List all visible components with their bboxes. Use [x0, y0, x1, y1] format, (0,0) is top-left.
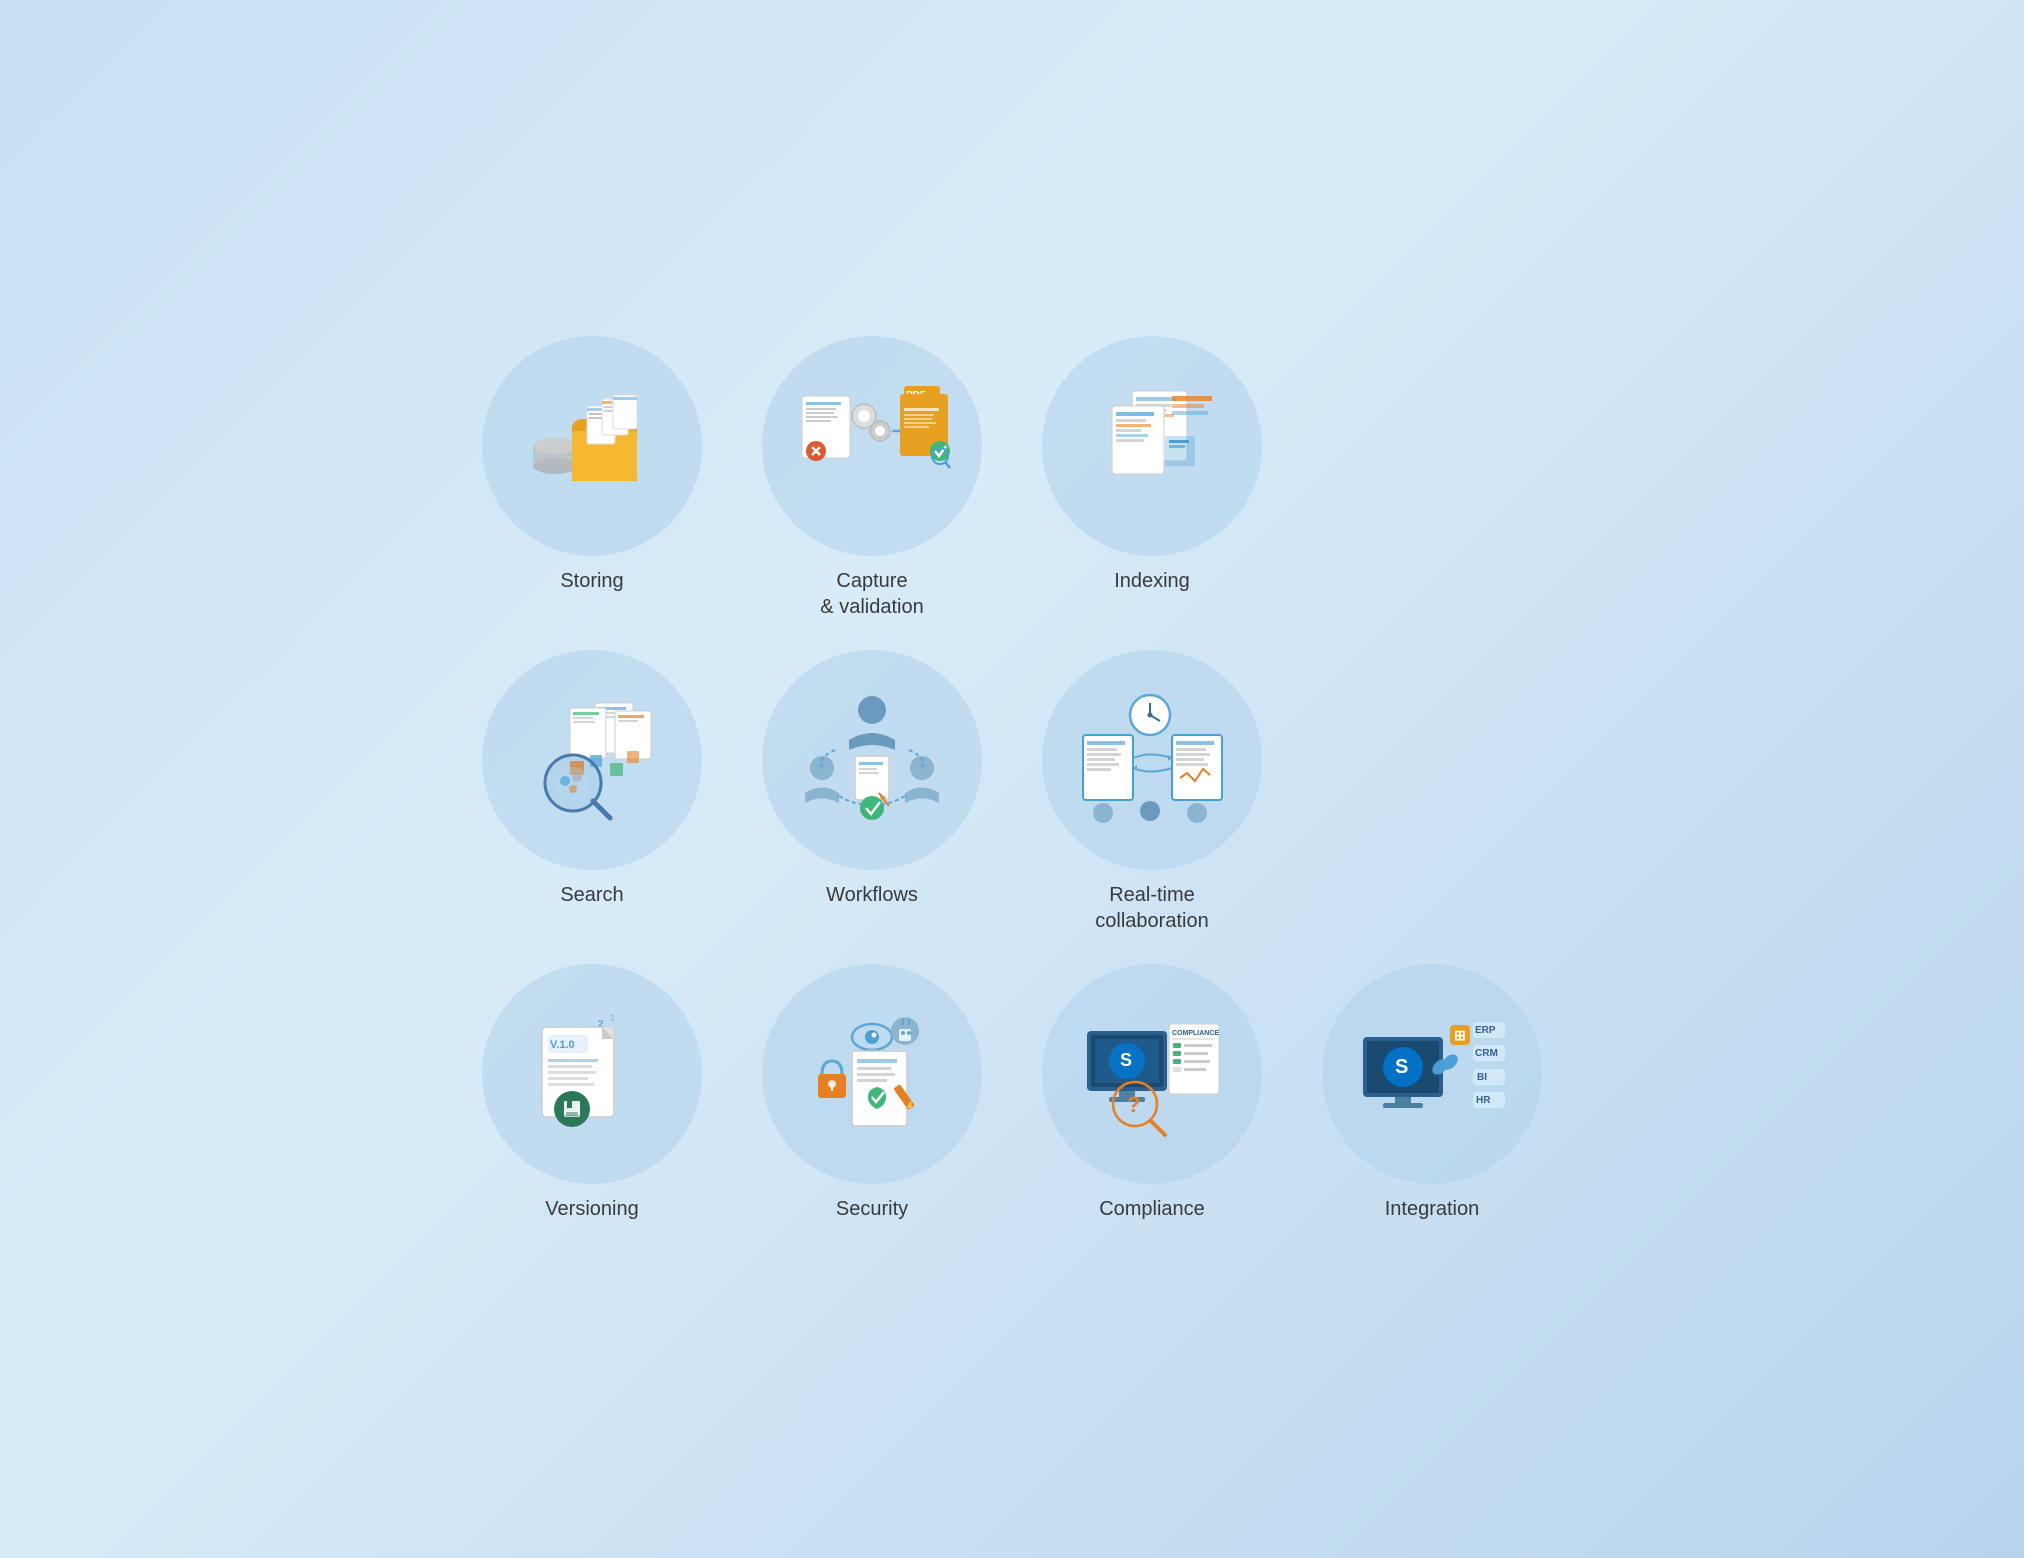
- icon-security: [792, 994, 952, 1154]
- label-versioning: Versioning: [545, 1196, 638, 1222]
- circle-capture: PDF: [762, 336, 982, 556]
- label-storing: Storing: [560, 568, 623, 594]
- svg-text:ERP: ERP: [1475, 1025, 1496, 1036]
- svg-text:V.1.0: V.1.0: [550, 1039, 575, 1051]
- icon-compliance: S COMPLIANCE: [1072, 994, 1232, 1154]
- card-capture[interactable]: PDF Capture & validation: [742, 336, 1002, 620]
- card-storing[interactable]: Storing: [462, 336, 722, 620]
- svg-text:S: S: [1395, 1056, 1408, 1078]
- circle-storing: [482, 336, 702, 556]
- label-integration: Integration: [1385, 1196, 1480, 1222]
- icon-workflows: [792, 680, 952, 840]
- svg-text:⊞: ⊞: [1454, 1027, 1466, 1043]
- svg-text:HR: HR: [1476, 1095, 1491, 1106]
- card-security[interactable]: Security: [742, 964, 1002, 1222]
- label-collaboration: Real-time collaboration: [1095, 882, 1208, 934]
- label-workflows: Workflows: [826, 882, 918, 908]
- card-integration[interactable]: S ⊞ ERP CRM: [1302, 964, 1562, 1222]
- feature-grid: Storing: [462, 336, 1562, 1222]
- circle-compliance: S COMPLIANCE: [1042, 964, 1262, 1184]
- card-compliance[interactable]: S COMPLIANCE: [1022, 964, 1282, 1222]
- icon-capture: PDF: [792, 366, 952, 526]
- card-versioning[interactable]: 2 1 V.1.0: [462, 964, 722, 1222]
- circle-integration: S ⊞ ERP CRM: [1322, 964, 1542, 1184]
- icon-integration: S ⊞ ERP CRM: [1352, 994, 1512, 1154]
- card-collaboration[interactable]: Real-time collaboration: [1022, 650, 1282, 934]
- circle-workflows: [762, 650, 982, 870]
- label-security: Security: [836, 1196, 908, 1222]
- card-search[interactable]: Search: [462, 650, 722, 934]
- svg-text:COMPLIANCE: COMPLIANCE: [1172, 1030, 1219, 1037]
- icon-collaboration: [1072, 680, 1232, 840]
- label-search: Search: [560, 882, 623, 908]
- icon-versioning: 2 1 V.1.0: [512, 994, 672, 1154]
- svg-text:CRM: CRM: [1475, 1048, 1498, 1059]
- svg-text:?: ?: [1127, 1092, 1140, 1117]
- card-workflows[interactable]: Workflows: [742, 650, 1002, 934]
- label-indexing: Indexing: [1114, 568, 1190, 594]
- circle-search: [482, 650, 702, 870]
- circle-indexing: [1042, 336, 1262, 556]
- svg-text:1: 1: [610, 1013, 615, 1023]
- label-compliance: Compliance: [1099, 1196, 1205, 1222]
- icon-storing: [512, 366, 672, 526]
- card-indexing[interactable]: Indexing: [1022, 336, 1282, 620]
- circle-security: [762, 964, 982, 1184]
- icon-search: [512, 680, 672, 840]
- circle-collaboration: [1042, 650, 1262, 870]
- svg-text:BI: BI: [1477, 1072, 1487, 1083]
- svg-text:S: S: [1120, 1050, 1132, 1070]
- icon-indexing: [1072, 366, 1232, 526]
- circle-versioning: 2 1 V.1.0: [482, 964, 702, 1184]
- label-capture: Capture & validation: [820, 568, 923, 620]
